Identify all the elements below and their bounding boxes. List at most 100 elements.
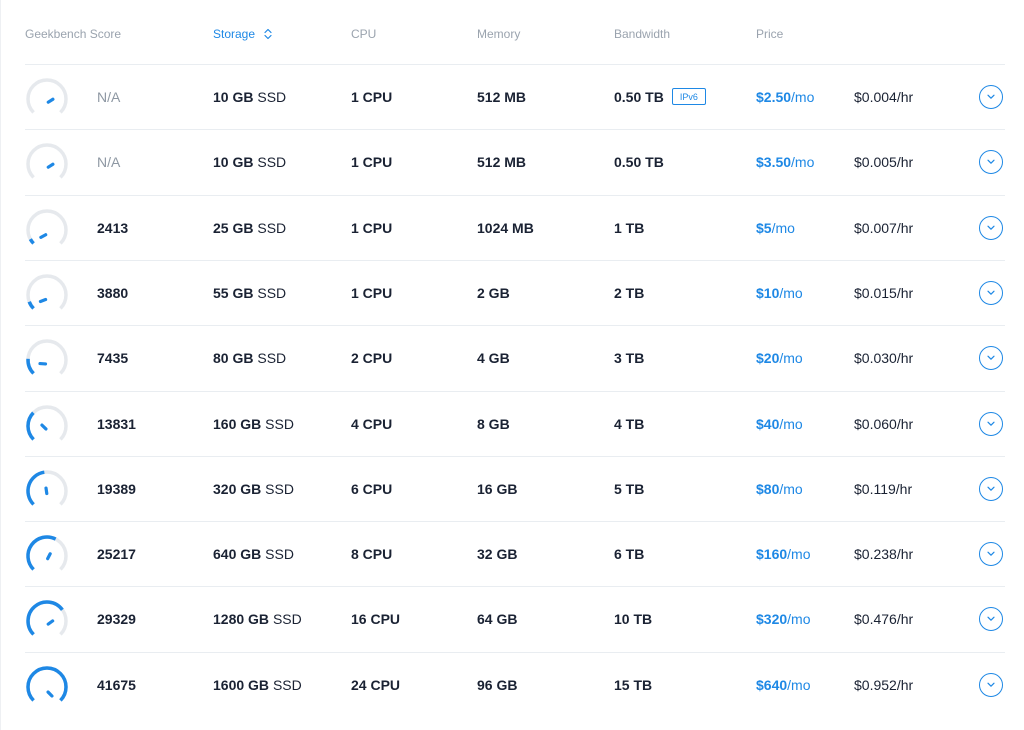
- cpu-value: 8 CPU: [351, 546, 393, 563]
- table-row[interactable]: 7435 80 GB SSD 2 CPU 4 GB 3 TB $20/mo $0…: [25, 325, 1005, 391]
- hourly-price: $0.030/hr: [854, 350, 914, 367]
- header-cpu[interactable]: CPU: [351, 27, 376, 41]
- geekbench-score: 19389: [97, 480, 136, 497]
- header-geekbench-score[interactable]: Geekbench Score: [25, 27, 121, 41]
- storage-value: 1280 GB SSD: [213, 611, 302, 628]
- storage-value: 55 GB SSD: [213, 284, 287, 301]
- storage-value: 10 GB SSD: [213, 89, 287, 105]
- storage-value: 320 GB SSD: [213, 480, 294, 497]
- chevron-down-icon: [987, 486, 995, 491]
- geekbench-score: 2413: [97, 219, 129, 236]
- hourly-price: $0.476/hr: [854, 611, 914, 628]
- bandwidth-value: 6 TB: [614, 546, 645, 563]
- cpu-value: 1 CPU: [351, 284, 393, 301]
- monthly-price: $320/mo: [756, 611, 811, 628]
- table-row[interactable]: 2413 25 GB SSD 1 CPU 1024 MB 1 TB $5/mo …: [25, 194, 1005, 261]
- geekbench-gauge-icon: [26, 535, 68, 571]
- bandwidth-value: 15 TB: [614, 676, 653, 693]
- memory-value: 1024 MB: [477, 219, 534, 236]
- cpu-value: 4 CPU: [351, 415, 393, 432]
- hourly-price: $0.015/hr: [854, 284, 914, 301]
- chevron-down-icon: [987, 421, 995, 426]
- hourly-price: $0.005/hr: [854, 154, 914, 171]
- expand-row-button[interactable]: [979, 672, 1003, 697]
- hourly-price: $0.060/hr: [854, 415, 914, 432]
- geekbench-score: N/A: [97, 154, 121, 171]
- geekbench-score: 25217: [97, 546, 136, 563]
- cpu-value: 1 CPU: [351, 154, 393, 171]
- chevron-down-icon: [987, 159, 995, 165]
- storage-value: 160 GB SSD: [213, 415, 294, 432]
- cpu-value: 2 CPU: [351, 350, 393, 367]
- expand-row-button[interactable]: [979, 607, 1003, 632]
- header-price[interactable]: Price: [756, 27, 783, 41]
- monthly-price: $80/mo: [756, 480, 803, 497]
- memory-value: 2 GB: [477, 284, 510, 301]
- expand-row-button[interactable]: [979, 280, 1003, 305]
- geekbench-score: N/A: [97, 89, 121, 105]
- expand-row-button[interactable]: [979, 215, 1003, 240]
- storage-value: 80 GB SSD: [213, 350, 287, 367]
- cpu-value: 6 CPU: [351, 480, 393, 497]
- geekbench-score: 7435: [97, 350, 129, 367]
- table-row[interactable]: 3880 55 GB SSD 1 CPU 2 GB 2 TB $10/mo $0…: [25, 259, 1005, 326]
- bandwidth-value: 4 TB: [614, 415, 645, 432]
- expand-row-button[interactable]: [979, 476, 1003, 501]
- plans-table: Geekbench Score Storage CPU Memory Bandw…: [0, 0, 1024, 730]
- table-header: Geekbench Score Storage CPU Memory Bandw…: [0, 0, 1024, 64]
- memory-value: 8 GB: [477, 415, 510, 432]
- expand-row-button[interactable]: [979, 85, 1003, 109]
- chevron-down-icon: [987, 682, 995, 687]
- header-storage[interactable]: Storage: [213, 27, 272, 41]
- hourly-price: $0.238/hr: [854, 546, 914, 563]
- hourly-price: $0.119/hr: [854, 480, 913, 497]
- table-row[interactable]: 13831 160 GB SSD 4 CPU 8 GB 4 TB $40/mo …: [25, 390, 1005, 457]
- expand-row-button[interactable]: [979, 411, 1003, 436]
- monthly-price: $10/mo: [756, 284, 803, 301]
- geekbench-score: 41675: [97, 676, 136, 693]
- memory-value: 512 MB: [477, 89, 527, 105]
- cpu-value: 16 CPU: [351, 611, 401, 628]
- geekbench-gauge-icon: [26, 208, 68, 245]
- geekbench-gauge-icon: [26, 470, 68, 506]
- chevron-down-icon: [987, 551, 995, 556]
- table-row[interactable]: N/A 10 GB SSD 1 CPU 512 MB 0.50 TB IPv6 $…: [25, 64, 1005, 130]
- memory-value: 32 GB: [477, 546, 518, 563]
- geekbench-gauge-icon: [26, 666, 68, 702]
- chevron-down-icon: [987, 616, 995, 622]
- table-row[interactable]: N/A 10 GB SSD 1 CPU 512 MB 0.50 TB $3.50…: [25, 129, 1005, 195]
- table-row[interactable]: 41675 1600 GB SSD 24 CPU 96 GB 15 TB $64…: [25, 651, 1005, 718]
- memory-value: 16 GB: [477, 480, 518, 497]
- monthly-price: $5/mo: [756, 219, 795, 236]
- hourly-price: $0.004/hr: [854, 89, 914, 105]
- bandwidth-value: 0.50 TB: [614, 154, 664, 171]
- header-memory[interactable]: Memory: [477, 27, 520, 41]
- chevron-down-icon: [987, 225, 995, 230]
- geekbench-score: 13831: [97, 415, 136, 432]
- table-row[interactable]: 25217 640 GB SSD 8 CPU 32 GB 6 TB $160/m…: [25, 521, 1005, 587]
- monthly-price: $160/mo: [756, 546, 811, 563]
- monthly-price: $640/mo: [756, 676, 811, 693]
- bandwidth-value: 2 TB: [614, 284, 645, 301]
- expand-row-button[interactable]: [979, 346, 1003, 371]
- storage-value: 1600 GB SSD: [213, 676, 302, 693]
- storage-value: 10 GB SSD: [213, 154, 287, 171]
- monthly-price: $3.50/mo: [756, 154, 815, 171]
- bandwidth-value: 3 TB: [614, 350, 645, 367]
- expand-row-button[interactable]: [979, 542, 1003, 567]
- monthly-price: $40/mo: [756, 415, 803, 432]
- chevron-down-icon: [987, 355, 995, 360]
- monthly-price: $20/mo: [756, 350, 803, 367]
- header-bandwidth[interactable]: Bandwidth: [614, 27, 670, 41]
- expand-row-button[interactable]: [979, 150, 1003, 175]
- cpu-value: 24 CPU: [351, 676, 401, 693]
- geekbench-gauge-icon: [26, 404, 68, 441]
- ipv6-badge: IPv6: [671, 87, 706, 105]
- table-row[interactable]: 29329 1280 GB SSD 16 CPU 64 GB 10 TB $32…: [25, 586, 1005, 652]
- storage-value: 25 GB SSD: [213, 219, 287, 236]
- bandwidth-value: 0.50 TB IPv6: [614, 65, 706, 130]
- sort-updown-icon: [264, 28, 272, 39]
- geekbench-score: 3880: [97, 284, 129, 301]
- table-row[interactable]: 19389 320 GB SSD 6 CPU 16 GB 5 TB $80/mo…: [25, 455, 1005, 522]
- storage-value: 640 GB SSD: [213, 546, 294, 563]
